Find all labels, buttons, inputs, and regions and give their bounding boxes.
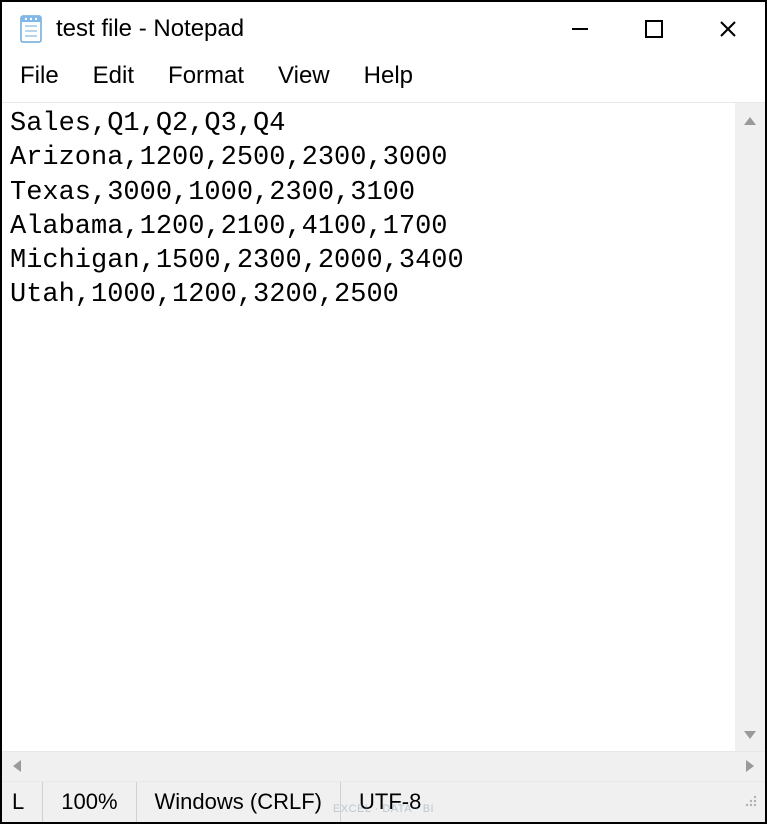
minimize-button[interactable] [543,2,617,56]
menu-format[interactable]: Format [168,62,244,90]
titlebar: test file - Notepad [2,2,765,56]
notepad-window: test file - Notepad File Edit Format Vie… [0,0,767,824]
notepad-icon [18,14,44,44]
text-editor[interactable]: Sales,Q1,Q2,Q3,Q4 Arizona,1200,2500,2300… [2,103,735,751]
statusbar: L 100% Windows (CRLF) UTF-8 [2,782,765,822]
menu-view[interactable]: View [278,62,330,90]
status-zoom: 100% [42,782,135,822]
status-line-col-label: L [12,789,24,815]
vertical-scrollbar[interactable] [735,103,765,751]
horizontal-scrollbar[interactable] [2,752,765,782]
status-encoding: UTF-8 [340,782,439,822]
status-line-col: L [2,782,42,822]
content-area: Sales,Q1,Q2,Q3,Q4 Arizona,1200,2500,2300… [2,102,765,752]
menu-help[interactable]: Help [364,62,413,90]
status-encoding-value: UTF-8 [359,789,421,815]
scroll-up-icon[interactable] [743,111,757,129]
status-line-ending: Windows (CRLF) [136,782,340,822]
status-line-ending-value: Windows (CRLF) [155,789,322,815]
scroll-down-icon[interactable] [743,725,757,743]
grip-icon [743,796,759,813]
scroll-right-icon[interactable] [745,758,755,776]
status-zoom-value: 100% [61,789,117,815]
maximize-button[interactable] [617,2,691,56]
menubar: File Edit Format View Help [2,56,765,102]
menu-file[interactable]: File [20,62,59,90]
scroll-left-icon[interactable] [12,758,22,776]
window-title: test file - Notepad [56,15,244,43]
close-button[interactable] [691,2,765,56]
resize-grip[interactable] [743,789,765,815]
menu-edit[interactable]: Edit [93,62,134,90]
